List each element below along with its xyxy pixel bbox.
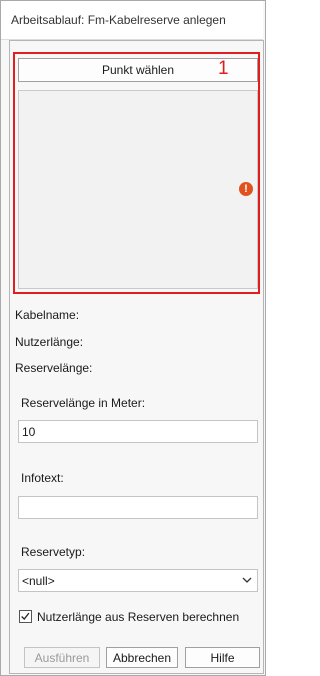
step-marker: 1 [218,58,229,79]
select-point-label: Punkt wählen [101,63,175,77]
nutzerlaenge-checkbox-label[interactable]: Nutzerlänge aus Reserven berechnen [37,610,239,624]
help-button[interactable]: Hilfe [185,647,260,668]
infotext-label: Infotext: [21,471,64,485]
execute-button[interactable]: Ausführen [24,647,100,668]
cancel-button[interactable]: Abbrechen [106,647,178,668]
reservetyp-label: Reservetyp: [21,545,86,559]
reservelaenge-value: 10 [22,424,36,439]
nutzerlaenge-label: Nutzerlänge: [15,335,84,349]
checkmark-icon [21,612,30,620]
point-preview-area[interactable] [18,90,258,289]
reservelaenge-input[interactable]: 10 [18,420,258,443]
reservetyp-value: <null> [22,573,55,588]
error-icon: ! [239,182,253,196]
reservelaenge-meter-label: Reservelänge in Meter: [21,396,146,410]
window-title: Arbeitsablauf: Fm-Kabelreserve anlegen [11,13,226,27]
title-bar: Arbeitsablauf: Fm-Kabelreserve anlegen [1,1,263,40]
help-label: Hilfe [210,650,235,665]
infotext-input[interactable] [18,496,258,519]
reservelaenge-label: Reservelänge: [15,361,93,375]
execute-label: Ausführen [34,650,90,665]
cancel-label: Abbrechen [112,650,172,665]
nutzerlaenge-checkbox[interactable] [19,610,32,623]
kabelname-label: Kabelname: [15,308,80,322]
chevron-down-icon [242,577,252,583]
error-icon-glyph: ! [244,183,248,195]
reservetyp-select[interactable]: <null> [18,569,258,592]
